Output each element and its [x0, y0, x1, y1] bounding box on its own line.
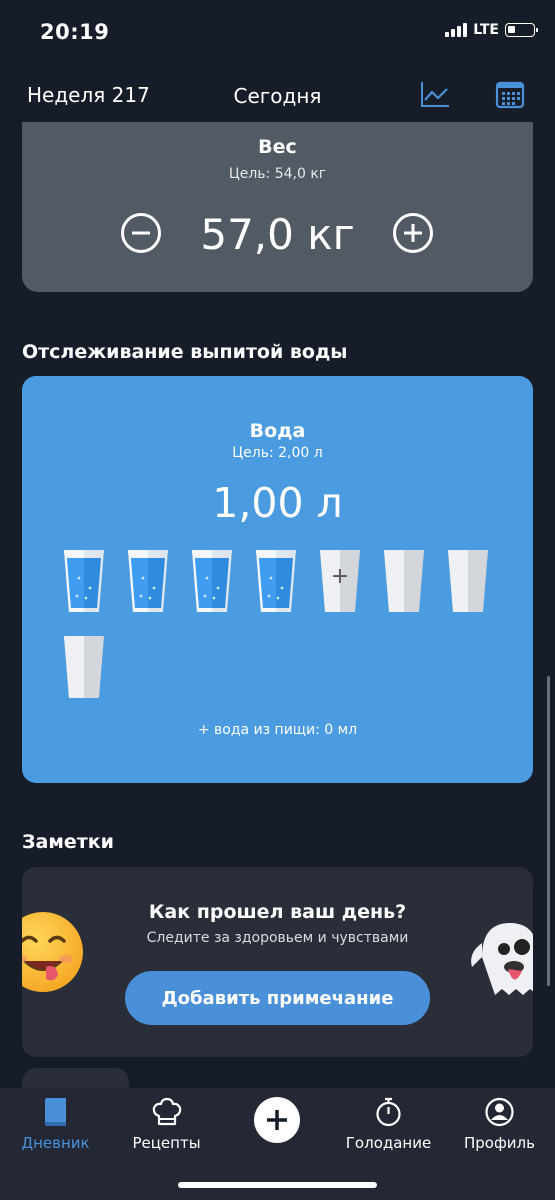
add-entry-button[interactable]: [254, 1097, 300, 1143]
tab-recipes[interactable]: Рецепты: [111, 1088, 222, 1168]
tab-diary[interactable]: Дневник: [0, 1088, 111, 1168]
water-value: 1,00 л: [212, 479, 343, 527]
chef-hat-icon: [152, 1097, 182, 1126]
water-glass-empty[interactable]: [384, 548, 424, 612]
scrollbar[interactable]: [547, 676, 550, 986]
glass-icon: [64, 550, 104, 612]
water-glass-full[interactable]: [128, 548, 168, 612]
weight-title: Вес: [258, 136, 297, 158]
glass-icon: [256, 550, 296, 612]
notes-subtitle: Следите за здоровьем и чувствами: [146, 930, 409, 946]
tab-label: Рецепты: [132, 1134, 201, 1152]
increase-weight-button[interactable]: [392, 212, 434, 254]
weight-goal: Цель: 54,0 кг: [228, 166, 327, 182]
home-indicator: [178, 1182, 377, 1188]
book-icon: [45, 1098, 66, 1126]
network-type: LTE: [473, 22, 499, 38]
yum-face-emoji-icon: [22, 911, 84, 993]
week-label[interactable]: Неделя 217: [27, 83, 150, 107]
glass-icon: [384, 550, 424, 612]
plus-icon: +: [330, 564, 350, 589]
notes-question: Как прошел ваш день?: [148, 901, 407, 923]
water-section-title: Отслеживание выпитой воды: [22, 341, 348, 363]
battery-icon: [505, 23, 538, 37]
glass-icon: [448, 550, 488, 612]
glass-icon: [128, 550, 168, 612]
notes-section-title: Заметки: [22, 831, 114, 853]
water-glass-empty[interactable]: [448, 548, 488, 612]
water-card: Вода Цель: 2,00 л 1,00 л + вода из пищи:…: [22, 376, 533, 783]
tab-label: Дневник: [21, 1134, 90, 1152]
stopwatch-icon: [376, 1097, 401, 1127]
water-glass-full[interactable]: [256, 548, 296, 612]
tab-fasting[interactable]: Голодание: [333, 1088, 444, 1168]
calendar-icon[interactable]: [494, 80, 526, 110]
weight-value: 57,0 кг: [200, 210, 355, 259]
status-time: 20:19: [40, 20, 110, 44]
plus-icon: [254, 1097, 300, 1143]
glass-icon: [64, 636, 104, 698]
chart-line-icon[interactable]: [419, 80, 451, 110]
tab-label: Профиль: [464, 1134, 535, 1152]
tab-label: Голодание: [345, 1134, 432, 1152]
water-title: Вода: [249, 420, 306, 442]
signal-icon: [445, 23, 468, 37]
ghost-emoji-icon: [468, 919, 533, 999]
status-indicators: LTE: [445, 22, 538, 38]
water-glass-empty[interactable]: [64, 634, 104, 698]
plus-circle-icon: [393, 213, 433, 253]
notes-card: Как прошел ваш день? Следите за здоровье…: [22, 867, 533, 1057]
water-glass-full[interactable]: [64, 548, 104, 612]
add-note-button[interactable]: Добавить примечание: [125, 971, 430, 1025]
user-icon: [485, 1097, 514, 1127]
water-goal: Цель: 2,00 л: [232, 445, 323, 461]
water-glass-full[interactable]: [192, 548, 232, 612]
add-water-glass[interactable]: +: [320, 548, 360, 612]
glass-icon: [192, 550, 232, 612]
food-water-label: + вода из пищи: 0 мл: [197, 722, 358, 738]
tab-profile[interactable]: Профиль: [444, 1088, 555, 1168]
weight-card: Вес Цель: 54,0 кг 57,0 кг: [22, 122, 533, 292]
